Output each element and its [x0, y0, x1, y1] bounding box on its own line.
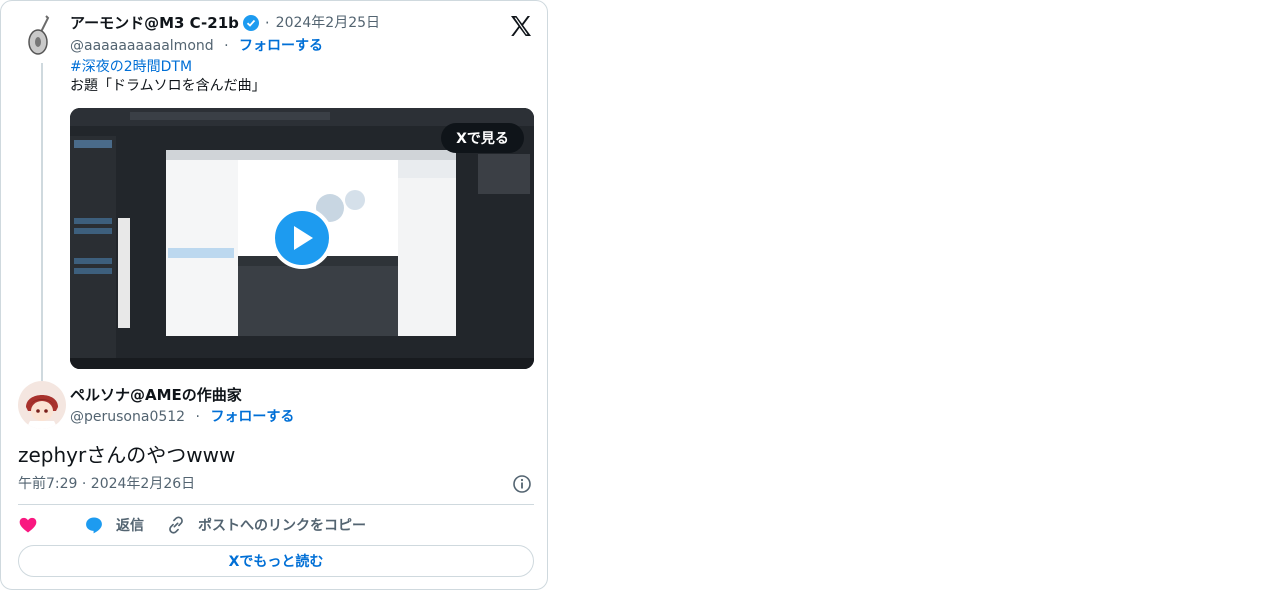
reply-handle-row: @perusona0512 · フォローする [70, 407, 294, 427]
parent-tweet-text: お題「ドラムソロを含んだ曲」 [70, 78, 266, 94]
view-on-x-button[interactable]: Xで見る [441, 123, 524, 153]
parent-display-name[interactable]: アーモンド@M3 C-21b [70, 13, 239, 33]
reply-display-name[interactable]: ペルソナ@AMEの作曲家 [70, 385, 242, 405]
link-icon [169, 516, 183, 534]
parent-handle[interactable]: @aaaaaaaaaalmond [70, 38, 214, 54]
reply-tweet-text: zephyrさんのやつwww [18, 443, 236, 467]
thread-line [41, 63, 43, 381]
like-button[interactable] [18, 515, 50, 535]
read-more-on-x-button[interactable]: Xでもっと読む [18, 545, 534, 577]
reply-timestamp[interactable]: 午前7:29 · 2024年2月26日 [18, 474, 195, 494]
reply-button[interactable]: 返信 [84, 515, 144, 535]
parent-author-row: アーモンド@M3 C-21b · 2024年2月25日 [70, 13, 380, 33]
separator-dot: · [224, 38, 229, 54]
reply-bubble-icon [86, 517, 102, 534]
x-logo-icon[interactable] [509, 14, 533, 38]
reply-follow-button[interactable]: フォローする [210, 409, 294, 425]
separator-dot: · [264, 14, 270, 32]
reply-avatar[interactable] [18, 381, 66, 429]
parent-avatar[interactable] [18, 12, 66, 60]
reply-label: 返信 [116, 518, 144, 534]
parent-hashtag-link[interactable]: #深夜の2時間DTM [70, 57, 192, 77]
copy-link-button[interactable]: ポストへのリンクをコピー [166, 515, 366, 535]
info-icon[interactable] [512, 474, 532, 494]
divider [18, 504, 534, 505]
heart-icon [19, 517, 37, 533]
separator-dot: · [195, 409, 200, 425]
embedded-tweet-card: アーモンド@M3 C-21b · 2024年2月25日 @aaaaaaaaaal… [0, 0, 548, 590]
reply-handle[interactable]: @perusona0512 [70, 409, 185, 425]
verified-badge-icon [242, 15, 259, 31]
parent-date[interactable]: 2024年2月25日 [276, 13, 380, 33]
play-button-icon[interactable] [271, 207, 333, 269]
parent-handle-row: @aaaaaaaaaalmond · フォローする [70, 36, 323, 56]
action-bar: 返信 ポストへのリンクをコピー [18, 513, 388, 537]
parent-follow-button[interactable]: フォローする [239, 38, 323, 54]
copy-link-label: ポストへのリンクをコピー [198, 518, 366, 534]
